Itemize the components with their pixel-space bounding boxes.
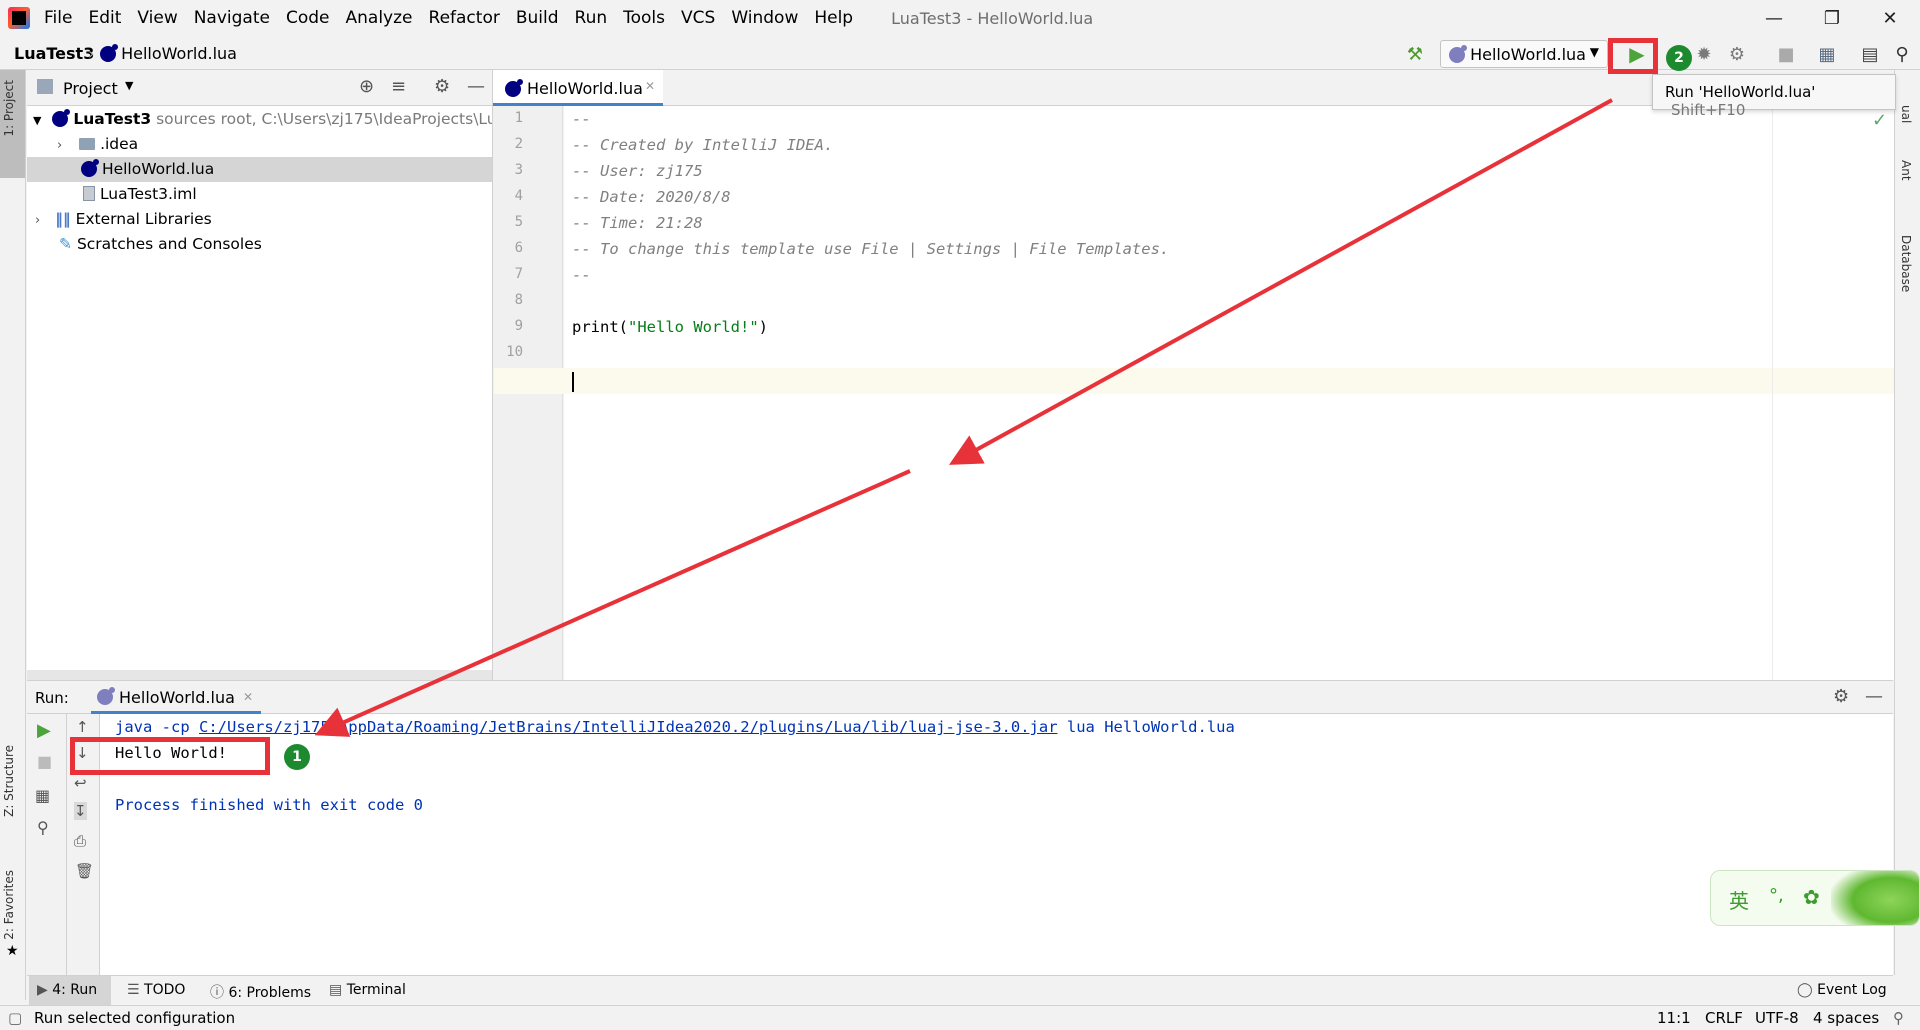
arrow-to-output-icon xyxy=(314,469,911,737)
annotation-arrows xyxy=(314,98,1613,737)
arrow-to-run-icon xyxy=(948,98,1613,465)
